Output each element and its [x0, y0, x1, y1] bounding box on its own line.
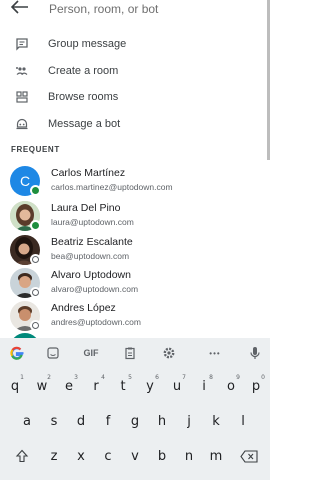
backspace-key[interactable]: [232, 443, 266, 469]
keyboard-toolbar: GIF •••: [0, 338, 270, 368]
message-bot-action[interactable]: Message a bot: [0, 112, 262, 138]
more-icon[interactable]: •••: [206, 344, 224, 362]
chat-bubble-icon: [16, 38, 28, 51]
back-arrow-icon[interactable]: [11, 0, 29, 14]
action-label: Message a bot: [48, 118, 121, 130]
google-g-icon[interactable]: [6, 344, 28, 362]
key-l[interactable]: l: [230, 408, 256, 434]
key-k[interactable]: k: [203, 408, 229, 434]
gif-button[interactable]: GIF: [80, 344, 102, 362]
contact-email: bea@uptodown.com: [51, 251, 130, 261]
key-v[interactable]: v: [122, 443, 148, 469]
presence-offline-icon: [30, 254, 41, 265]
action-label: Group message: [48, 38, 127, 50]
contact-name: Carlos Martínez: [51, 167, 126, 179]
bot-icon: [16, 118, 28, 130]
contact-row-carlos[interactable]: C Carlos Martínez carlos.martinez@uptodo…: [0, 165, 262, 198]
contact-name: Alvaro Uptodown: [51, 269, 131, 281]
key-h[interactable]: h: [149, 408, 175, 434]
contact-row-alvaro[interactable]: Alvaro Uptodown alvaro@uptodown.com: [0, 267, 262, 300]
presence-offline-icon: [30, 287, 41, 298]
key-x[interactable]: x: [68, 443, 94, 469]
contact-email: alvaro@uptodown.com: [51, 284, 139, 294]
shift-key[interactable]: [6, 443, 38, 469]
action-label: Browse rooms: [48, 91, 119, 103]
contact-row-laura[interactable]: Laura Del Pino laura@uptodown.com: [0, 200, 262, 233]
key-e[interactable]: e3: [56, 373, 82, 399]
browse-rooms-action[interactable]: Browse rooms: [0, 85, 262, 111]
key-w[interactable]: w2: [29, 373, 55, 399]
mic-icon[interactable]: [246, 344, 264, 362]
key-p[interactable]: p0: [243, 373, 269, 399]
on-screen-keyboard: GIF ••• q1 w2 e3 r4 t5 y6 u7 i8 o9 p0 a …: [0, 338, 270, 480]
key-m[interactable]: m: [203, 443, 229, 469]
create-room-action[interactable]: Create a room: [0, 59, 262, 85]
clipboard-icon[interactable]: [121, 344, 139, 362]
key-n[interactable]: n: [176, 443, 202, 469]
key-r[interactable]: r4: [83, 373, 109, 399]
key-c[interactable]: c: [95, 443, 121, 469]
key-t[interactable]: t5: [110, 373, 136, 399]
contact-email: andres@uptodown.com: [51, 317, 141, 327]
key-d[interactable]: d: [68, 408, 94, 434]
key-y[interactable]: y6: [137, 373, 163, 399]
key-g[interactable]: g: [122, 408, 148, 434]
scrollbar-thumb[interactable]: [267, 0, 270, 160]
contact-row-andres[interactable]: Andres López andres@uptodown.com: [0, 300, 262, 333]
key-f[interactable]: f: [95, 408, 121, 434]
key-b[interactable]: b: [149, 443, 175, 469]
key-j[interactable]: j: [176, 408, 202, 434]
contact-row-beatriz[interactable]: Beatriz Escalante bea@uptodown.com: [0, 234, 262, 267]
presence-offline-icon: [30, 320, 41, 331]
search-input[interactable]: Person, room, or bot: [49, 2, 158, 16]
group-message-action[interactable]: Group message: [0, 32, 262, 58]
key-i[interactable]: i8: [191, 373, 217, 399]
contact-email: laura@uptodown.com: [51, 217, 134, 227]
search-bar: Person, room, or bot: [0, 0, 270, 26]
presence-available-icon: [30, 220, 41, 231]
key-o[interactable]: o9: [218, 373, 244, 399]
frequent-section-label: FREQUENT: [11, 145, 60, 154]
browse-rooms-icon: [16, 91, 28, 103]
key-a[interactable]: a: [14, 408, 40, 434]
contact-email: carlos.martinez@uptodown.com: [51, 182, 173, 192]
contact-name: Andres López: [51, 302, 116, 314]
key-u[interactable]: u7: [164, 373, 190, 399]
key-s[interactable]: s: [41, 408, 67, 434]
backspace-icon: [240, 449, 258, 463]
contact-name: Laura Del Pino: [51, 202, 121, 214]
shift-arrow-icon: [15, 449, 29, 463]
action-label: Create a room: [48, 65, 119, 77]
presence-available-icon: [30, 185, 41, 196]
key-q[interactable]: q1: [2, 373, 28, 399]
sticker-icon[interactable]: [44, 344, 62, 362]
key-z[interactable]: z: [41, 443, 67, 469]
contact-name: Beatriz Escalante: [51, 236, 133, 248]
group-add-icon: [16, 67, 28, 75]
settings-gear-icon[interactable]: [160, 344, 178, 362]
